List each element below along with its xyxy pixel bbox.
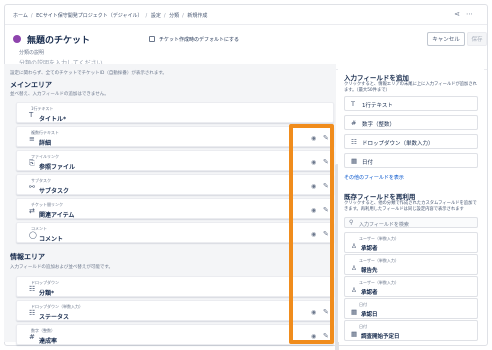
search-placeholder: 入力フィールドを検索 bbox=[359, 221, 409, 228]
page-title[interactable]: 無題のチケット bbox=[27, 33, 90, 46]
show-more-fields-link[interactable]: その他のフィールドを表示 bbox=[344, 174, 404, 181]
right-panel: 入力フィールドを追加 クリックすると、情報エリアの末尾に上に入力フィールドが追加… bbox=[338, 64, 484, 342]
field-type-icon: T bbox=[29, 111, 34, 119]
search-icon: ⚲ bbox=[349, 219, 354, 226]
field-name: 調査開始予定日 bbox=[361, 334, 400, 340]
add-field-label: 1行テキスト bbox=[362, 103, 393, 109]
field-type-icon: # bbox=[351, 119, 357, 127]
reuse-field-item[interactable]: ユーザー（単数入力） ♙ 報告先 bbox=[344, 254, 478, 275]
field-card[interactable]: 複数行テキスト ≡ 詳細 ◉ ✎ bbox=[16, 126, 334, 147]
add-field-item[interactable]: ▦ 日付 bbox=[344, 153, 478, 168]
reuse-field-item[interactable]: ユーザー（単数入力） ♙ 承認者 bbox=[344, 276, 478, 297]
main-area-subtitle: 並べ替え、入力フィールドの追加はできません。 bbox=[10, 92, 109, 97]
add-field-item[interactable]: T 1行テキスト bbox=[344, 96, 478, 111]
field-name: コメント bbox=[39, 236, 64, 243]
add-field-label: 日付 bbox=[362, 160, 374, 166]
add-field-item[interactable]: ☷ ドロップダウン（単数入力） bbox=[344, 134, 478, 149]
field-type-label: 1行テキスト bbox=[31, 106, 54, 111]
field-type-icon: T bbox=[351, 100, 355, 108]
field-type-label: ドロップダウン（単数入力） bbox=[31, 304, 83, 309]
info-area-subtitle: 入力フィールドの追加および並べ替えが可能です。 bbox=[10, 265, 113, 270]
breadcrumb-settings[interactable]: 設定 bbox=[151, 13, 161, 19]
field-name: 承認者 bbox=[361, 290, 378, 296]
field-type-icon: ▦ bbox=[351, 157, 358, 165]
field-card[interactable]: ファイルリンク ⎘ 参照ファイル ◉ ✎ bbox=[16, 150, 334, 171]
field-name: サブタスク bbox=[39, 188, 70, 195]
field-type-label: ファイルリンク bbox=[31, 154, 59, 159]
field-type-label: ユーザー（単数入力） bbox=[359, 236, 399, 241]
reuse-field-item[interactable]: 日付 ▦ 調査開始予定日 bbox=[344, 320, 478, 341]
info-area-title: 情報エリア bbox=[10, 253, 45, 261]
field-type-label: ユーザー（単数入力） bbox=[359, 280, 399, 285]
field-type-label: 日付 bbox=[359, 324, 367, 329]
field-name: 関連アイテム bbox=[39, 212, 75, 219]
field-type-label: 複数行テキスト bbox=[31, 130, 59, 135]
top-bar: ホーム / ECサイト保守開発プロジェクト（デジャイル） / 設定 / 分類 / 新規作… bbox=[5, 5, 487, 25]
field-type-icon: ♙ bbox=[351, 264, 357, 272]
field-card[interactable]: チケット間リンク ⇄ 関連アイテム ◉ ✎ bbox=[16, 198, 334, 219]
field-type-icon: ♙ bbox=[351, 242, 357, 250]
add-field-title: 入力フィールドを追加 bbox=[344, 74, 409, 82]
ticket-id-note: 設定に関わらず、全てのチケットでチケットID（自動採番）が表示されます。 bbox=[10, 71, 167, 76]
field-name: 報告先 bbox=[361, 268, 378, 274]
breadcrumb-home[interactable]: ホーム bbox=[13, 13, 28, 19]
field-type-icon: # bbox=[29, 333, 35, 341]
cancel-button[interactable]: キャンセル bbox=[427, 32, 465, 46]
field-type-label: 日付 bbox=[359, 302, 367, 307]
field-search-input[interactable]: ⚲ 入力フィールドを検索 bbox=[344, 217, 478, 228]
field-name: 達成率 bbox=[39, 338, 58, 345]
field-name: 承認者 bbox=[361, 246, 378, 252]
field-name: ステータス bbox=[39, 314, 70, 321]
description-label: 分類の説明 bbox=[19, 50, 45, 56]
field-type-icon: ≡ bbox=[29, 135, 35, 143]
add-field-label: 数字（整数） bbox=[362, 122, 396, 128]
reuse-field-title: 既存フィールドを再利用 bbox=[344, 193, 416, 201]
breadcrumb-new: 新規作成 bbox=[187, 13, 208, 19]
field-type-icon: ☷ bbox=[351, 138, 357, 146]
breadcrumb-project[interactable]: ECサイト保守開発プロジェクト（デジャイル） bbox=[36, 13, 142, 19]
field-card[interactable]: コメント ◯ コメント ◉ ✎ bbox=[16, 222, 334, 243]
field-type-label: チケット間リンク bbox=[31, 202, 63, 207]
field-layout-area: 設定に関わらず、全てのチケットでチケットID（自動採番）が表示されます。 メイン… bbox=[4, 64, 339, 350]
highlight-box bbox=[289, 124, 334, 344]
breadcrumb: ホーム / ECサイト保守開発プロジェクト（デジャイル） / 設定 / 分類 / 新規作… bbox=[13, 13, 208, 19]
field-name: 承認日 bbox=[361, 312, 378, 318]
field-card[interactable]: 数字（整数） # 達成率 ◉ ✎ bbox=[16, 324, 334, 345]
field-card[interactable]: 1行テキスト T タイトル* bbox=[16, 102, 334, 123]
main-area-title: メインエリア bbox=[10, 81, 52, 89]
default-checkbox-label[interactable]: チケット作成時のデフォルトにする bbox=[159, 36, 239, 43]
field-card[interactable]: サブタスク ⚯ サブタスク ◉ ✎ bbox=[16, 174, 334, 195]
field-name: タイトル* bbox=[39, 116, 67, 123]
field-type-icon: ☷ bbox=[29, 309, 36, 317]
share-icon[interactable]: ⋖ bbox=[454, 10, 466, 18]
field-type-icon: ⇄ bbox=[29, 207, 35, 215]
field-type-icon: ♙ bbox=[351, 286, 357, 294]
breadcrumb-category[interactable]: 分類 bbox=[169, 13, 179, 19]
field-type-icon: ⎘ bbox=[29, 159, 35, 167]
field-name: 参照ファイル bbox=[39, 164, 76, 171]
field-type-icon: ◯ bbox=[29, 231, 37, 239]
field-name: 分類* bbox=[39, 290, 55, 297]
field-card[interactable]: ドロップダウン（単数入力） ☷ ステータス ◉ ✎ bbox=[16, 300, 334, 321]
field-card[interactable]: ドロップダウン ☷ 分類* bbox=[16, 276, 334, 297]
add-field-label: ドロップダウン（単数入力） bbox=[362, 141, 434, 147]
field-type-icon: ▦ bbox=[351, 330, 358, 338]
add-field-subtitle: クリックすると、情報エリアの末尾に上に入力フィールドが追加されます。（最大50件… bbox=[344, 82, 477, 93]
reuse-field-item[interactable]: 日付 ▦ 承認日 bbox=[344, 298, 478, 319]
reuse-field-item[interactable]: ユーザー（単数入力） ♙ 承認者 bbox=[344, 232, 478, 253]
reuse-field-subtitle: クリックすると、他の分類で作成されたカスタムフィールドを追加できます。再利用した… bbox=[344, 201, 477, 212]
field-name: 詳細 bbox=[39, 140, 52, 147]
category-color-dot[interactable] bbox=[13, 35, 21, 43]
default-checkbox[interactable] bbox=[149, 36, 155, 42]
more-icon[interactable]: ⋯ bbox=[466, 10, 479, 18]
save-button[interactable]: 保存 bbox=[467, 32, 487, 46]
field-type-label: ユーザー（単数入力） bbox=[359, 258, 399, 263]
add-field-item[interactable]: # 数字（整数） bbox=[344, 115, 478, 130]
field-type-icon: ⚯ bbox=[29, 183, 35, 191]
field-type-icon: ▦ bbox=[351, 308, 358, 316]
field-type-icon: ☷ bbox=[29, 285, 36, 293]
